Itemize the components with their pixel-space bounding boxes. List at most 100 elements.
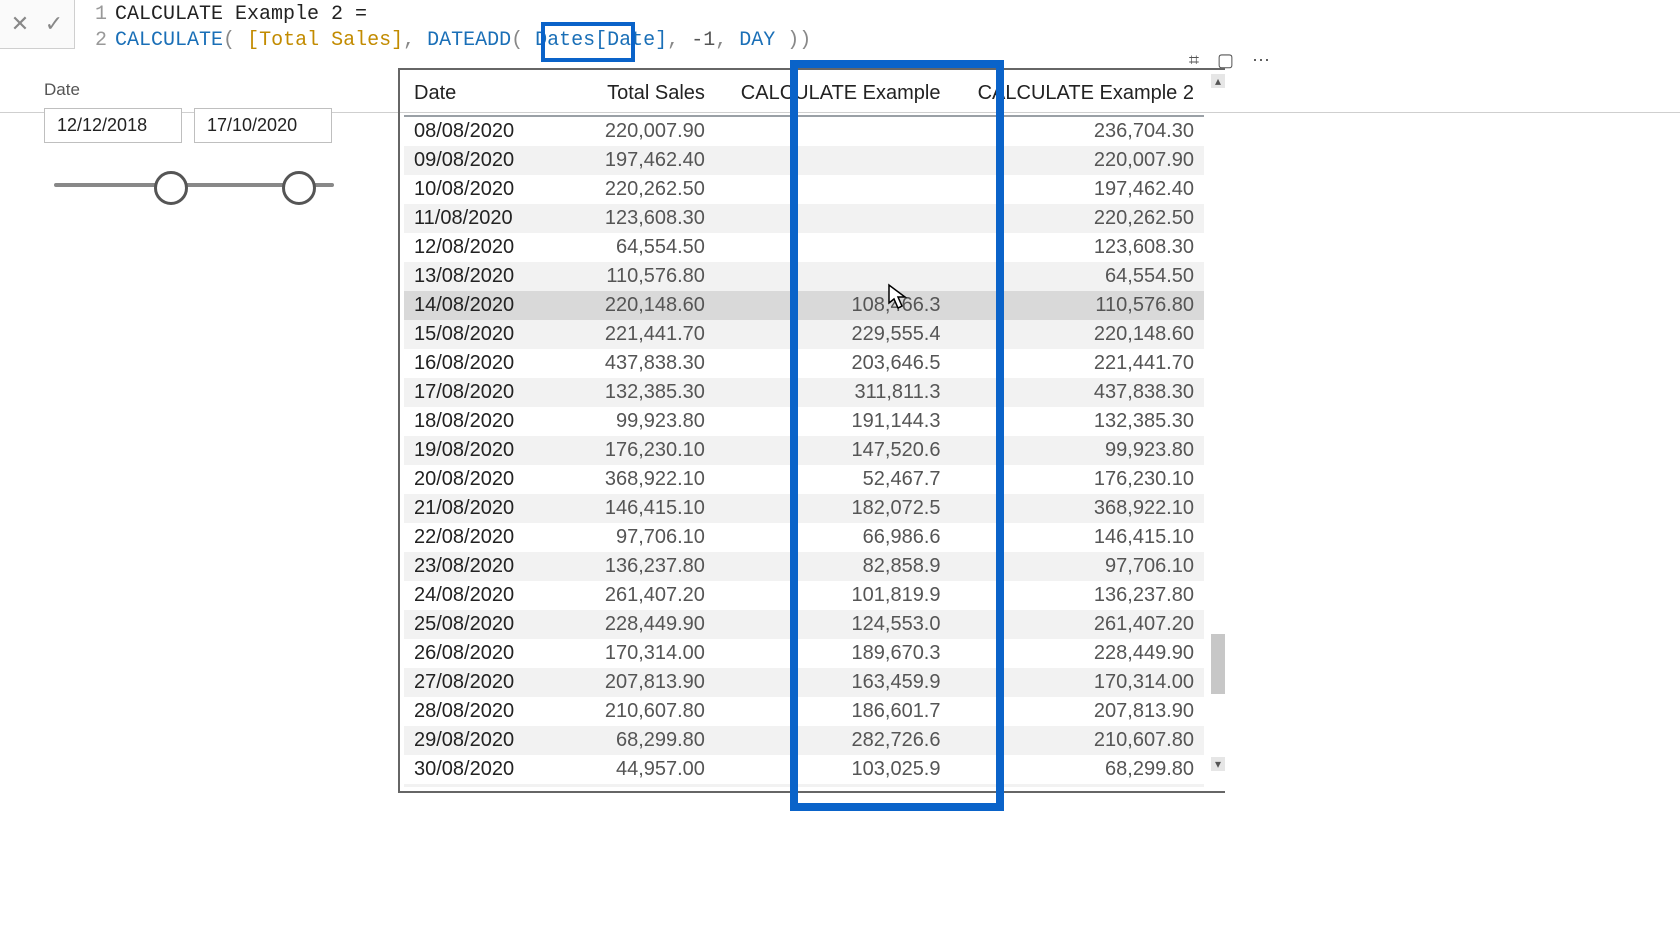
table-row[interactable]: 28/08/2020210,607.80186,601.7207,813.90 bbox=[404, 697, 1204, 726]
cell-date[interactable]: 23/08/2020 bbox=[404, 552, 543, 581]
formula-cancel-button[interactable]: ✕ bbox=[6, 10, 34, 38]
date-slider[interactable] bbox=[44, 165, 344, 205]
table-row[interactable]: 09/08/2020197,462.40220,007.90 bbox=[404, 146, 1204, 175]
table-row[interactable]: 23/08/2020136,237.8082,858.997,706.10 bbox=[404, 552, 1204, 581]
cell-calc-example-2[interactable]: 220,148.60 bbox=[951, 320, 1205, 349]
cell-date[interactable]: 08/08/2020 bbox=[404, 116, 543, 146]
cell-calc-example[interactable]: 149,456.9 bbox=[715, 784, 951, 787]
table-row[interactable]: 25/08/2020228,449.90124,553.0261,407.20 bbox=[404, 610, 1204, 639]
cell-calc-example[interactable] bbox=[715, 233, 951, 262]
cell-date[interactable]: 18/08/2020 bbox=[404, 407, 543, 436]
cell-total-sales[interactable]: 68,299.80 bbox=[543, 726, 715, 755]
cell-total-sales[interactable]: 210,607.80 bbox=[543, 697, 715, 726]
cell-calc-example[interactable] bbox=[715, 116, 951, 146]
cell-calc-example-2[interactable]: 220,262.50 bbox=[951, 204, 1205, 233]
table-row[interactable]: 24/08/2020261,407.20101,819.9136,237.80 bbox=[404, 581, 1204, 610]
col-header-calc-example[interactable]: CALCULATE Example bbox=[715, 74, 951, 116]
table-row[interactable]: 27/08/2020207,813.90163,459.9170,314.00 bbox=[404, 668, 1204, 697]
cell-calc-example-2[interactable]: 123,608.30 bbox=[951, 233, 1205, 262]
cell-total-sales[interactable]: 97,706.10 bbox=[543, 523, 715, 552]
table-visual[interactable]: Date Total Sales CALCULATE Example CALCU… bbox=[398, 68, 1225, 793]
table-row[interactable]: 21/08/2020146,415.10182,072.5368,922.10 bbox=[404, 494, 1204, 523]
cell-total-sales[interactable]: 220,262.50 bbox=[543, 175, 715, 204]
cell-calc-example-2[interactable]: 97,706.10 bbox=[951, 552, 1205, 581]
table-row[interactable]: 22/08/202097,706.1066,986.6146,415.10 bbox=[404, 523, 1204, 552]
cell-date[interactable]: 25/08/2020 bbox=[404, 610, 543, 639]
scroll-down-arrow-icon[interactable]: ▾ bbox=[1211, 757, 1225, 771]
date-from-input[interactable]: 12/12/2018 bbox=[44, 108, 182, 143]
cell-total-sales[interactable]: 146,415.10 bbox=[543, 494, 715, 523]
cell-date[interactable]: 11/08/2020 bbox=[404, 204, 543, 233]
cell-total-sales[interactable]: 110,576.80 bbox=[543, 262, 715, 291]
cell-calc-example[interactable]: 311,811.3 bbox=[715, 378, 951, 407]
cell-calc-example[interactable]: 147,520.6 bbox=[715, 436, 951, 465]
cell-total-sales[interactable]: 99,923.80 bbox=[543, 407, 715, 436]
table-row[interactable]: 13/08/2020110,576.8064,554.50 bbox=[404, 262, 1204, 291]
cell-total-sales[interactable]: 44,957.00 bbox=[543, 755, 715, 784]
cell-calc-example-2[interactable]: 170,314.00 bbox=[951, 668, 1205, 697]
cell-total-sales[interactable]: 197,462.40 bbox=[543, 146, 715, 175]
cell-calc-example[interactable]: 282,726.6 bbox=[715, 726, 951, 755]
cell-date[interactable]: 09/08/2020 bbox=[404, 146, 543, 175]
cell-calc-example[interactable]: 163,459.9 bbox=[715, 668, 951, 697]
cell-total-sales[interactable]: 132,385.30 bbox=[543, 378, 715, 407]
cell-date[interactable]: 19/08/2020 bbox=[404, 436, 543, 465]
table-row[interactable]: 10/08/2020220,262.50 197,462.40 bbox=[404, 175, 1204, 204]
cell-total-sales[interactable]: 317,124.40 bbox=[543, 784, 715, 787]
cell-calc-example-2[interactable]: 136,237.80 bbox=[951, 581, 1205, 610]
slider-handle-end[interactable] bbox=[282, 171, 316, 205]
cell-date[interactable]: 26/08/2020 bbox=[404, 639, 543, 668]
table-row[interactable]: 20/08/2020368,922.1052,467.7176,230.10 bbox=[404, 465, 1204, 494]
cell-calc-example[interactable] bbox=[715, 204, 951, 233]
cell-date[interactable]: 24/08/2020 bbox=[404, 581, 543, 610]
cell-calc-example-2[interactable]: 221,441.70 bbox=[951, 349, 1205, 378]
table-row[interactable]: 08/08/2020220,007.90236,704.30 bbox=[404, 116, 1204, 146]
table-row[interactable]: 31/08/2020317,124.40149,456.944,957.00 bbox=[404, 784, 1204, 787]
cell-total-sales[interactable]: 207,813.90 bbox=[543, 668, 715, 697]
cell-total-sales[interactable]: 136,237.80 bbox=[543, 552, 715, 581]
cell-total-sales[interactable]: 221,441.70 bbox=[543, 320, 715, 349]
cell-date[interactable]: 29/08/2020 bbox=[404, 726, 543, 755]
cell-calc-example-2[interactable]: 176,230.10 bbox=[951, 465, 1205, 494]
cell-calc-example-2[interactable]: 68,299.80 bbox=[951, 755, 1205, 784]
slider-handle-start[interactable] bbox=[154, 171, 188, 205]
cell-date[interactable]: 15/08/2020 bbox=[404, 320, 543, 349]
cell-total-sales[interactable]: 220,007.90 bbox=[543, 116, 715, 146]
cell-calc-example-2[interactable]: 146,415.10 bbox=[951, 523, 1205, 552]
cell-date[interactable]: 27/08/2020 bbox=[404, 668, 543, 697]
cell-calc-example[interactable] bbox=[715, 262, 951, 291]
col-header-date[interactable]: Date bbox=[404, 74, 543, 116]
cell-date[interactable]: 17/08/2020 bbox=[404, 378, 543, 407]
cell-calc-example[interactable]: 101,819.9 bbox=[715, 581, 951, 610]
table-row[interactable]: 16/08/2020437,838.30203,646.5221,441.70 bbox=[404, 349, 1204, 378]
table-row[interactable]: 19/08/2020176,230.10147,520.699,923.80 bbox=[404, 436, 1204, 465]
cell-calc-example[interactable]: 182,072.5 bbox=[715, 494, 951, 523]
cell-total-sales[interactable]: 123,608.30 bbox=[543, 204, 715, 233]
cell-calc-example-2[interactable]: 197,462.40 bbox=[951, 175, 1205, 204]
cell-calc-example[interactable]: 124,553.0 bbox=[715, 610, 951, 639]
cell-calc-example[interactable]: 66,986.6 bbox=[715, 523, 951, 552]
table-row[interactable]: 11/08/2020123,608.30 220,262.50 bbox=[404, 204, 1204, 233]
cell-date[interactable]: 10/08/2020 bbox=[404, 175, 543, 204]
cell-calc-example[interactable]: 189,670.3 bbox=[715, 639, 951, 668]
cell-date[interactable]: 16/08/2020 bbox=[404, 349, 543, 378]
cell-date[interactable]: 20/08/2020 bbox=[404, 465, 543, 494]
cell-calc-example[interactable] bbox=[715, 146, 951, 175]
cell-date[interactable]: 28/08/2020 bbox=[404, 697, 543, 726]
scroll-up-arrow-icon[interactable]: ▴ bbox=[1211, 74, 1225, 88]
table-row[interactable]: 30/08/202044,957.00103,025.968,299.80 bbox=[404, 755, 1204, 784]
cell-calc-example[interactable]: 52,467.7 bbox=[715, 465, 951, 494]
cell-date[interactable]: 21/08/2020 bbox=[404, 494, 543, 523]
cell-date[interactable]: 31/08/2020 bbox=[404, 784, 543, 787]
table-row[interactable]: 17/08/2020132,385.30311,811.3437,838.30 bbox=[404, 378, 1204, 407]
cell-calc-example[interactable] bbox=[715, 175, 951, 204]
cell-calc-example-2[interactable]: 437,838.30 bbox=[951, 378, 1205, 407]
cell-total-sales[interactable]: 368,922.10 bbox=[543, 465, 715, 494]
cell-date[interactable]: 30/08/2020 bbox=[404, 755, 543, 784]
cell-date[interactable]: 13/08/2020 bbox=[404, 262, 543, 291]
cell-calc-example[interactable]: 203,646.5 bbox=[715, 349, 951, 378]
cell-total-sales[interactable]: 170,314.00 bbox=[543, 639, 715, 668]
selection-handle-icon[interactable] bbox=[810, 66, 818, 70]
cell-total-sales[interactable]: 176,230.10 bbox=[543, 436, 715, 465]
cell-calc-example-2[interactable]: 210,607.80 bbox=[951, 726, 1205, 755]
